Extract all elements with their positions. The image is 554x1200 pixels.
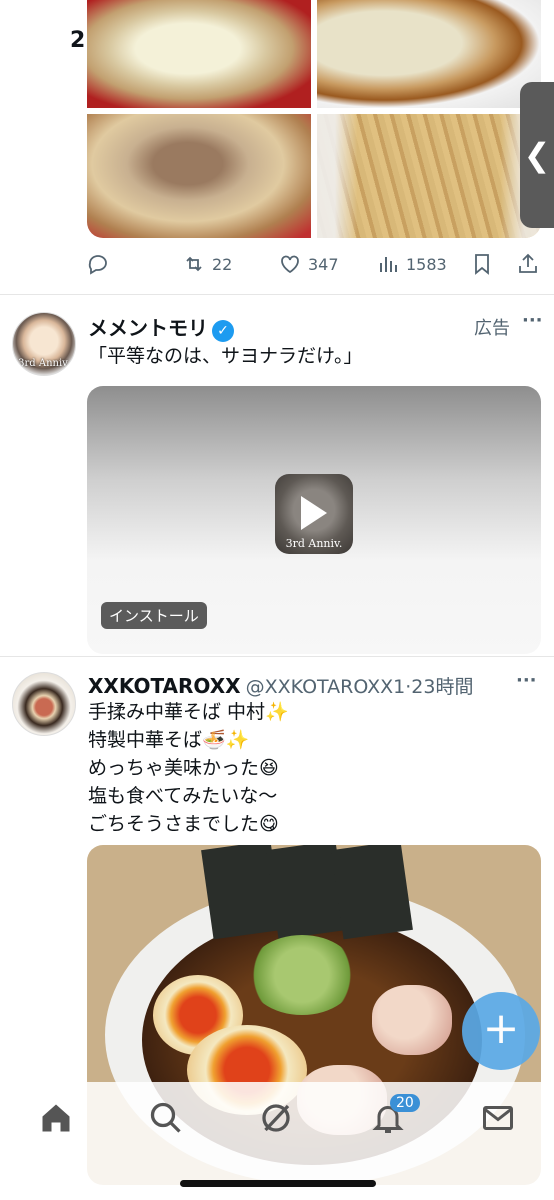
ad-video[interactable]: 3rd Anniv. インストール [87, 386, 541, 654]
tweet-header: XXKOTAROXX @XXKOTAROXX1·23時間 [88, 672, 473, 699]
bookmark-button[interactable] [470, 252, 494, 276]
wonton [372, 985, 452, 1055]
like-count: 347 [308, 254, 339, 274]
nori [331, 845, 413, 940]
retweet-button[interactable]: 22 [182, 252, 232, 276]
tweet-time[interactable]: 23時間 [411, 676, 473, 698]
compose-button[interactable]: + [462, 992, 540, 1070]
grok-icon[interactable] [258, 1100, 294, 1136]
tweet-line: ごちそうさまでした😋 [88, 813, 279, 835]
more-options-icon[interactable]: ··· [522, 310, 543, 331]
side-panel-handle[interactable]: ❮ [520, 82, 554, 228]
reply-button[interactable] [86, 252, 116, 276]
like-button[interactable]: 347 [278, 252, 339, 276]
avatar-caption: 3rd Anniv. [18, 358, 70, 369]
thumb-caption: 3rd Anniv. [285, 537, 343, 550]
views-button[interactable]: 1583 [376, 252, 447, 276]
tweet-image-2[interactable] [317, 0, 541, 108]
tweet-line: 塩も食べてみたいな〜 [88, 785, 278, 807]
search-icon[interactable] [148, 1100, 184, 1136]
home-indicator [180, 1180, 376, 1187]
notifications-badge: 20 [390, 1094, 420, 1112]
divider [0, 294, 554, 295]
retweet-icon [186, 256, 202, 272]
ad-label: 広告 [474, 318, 510, 339]
play-icon[interactable] [301, 496, 327, 530]
tweet-line: めっちゃ美味かった😆 [88, 757, 279, 779]
retweet-count: 22 [212, 254, 233, 274]
tweet-image-1[interactable] [87, 0, 311, 108]
views-count: 1583 [406, 254, 447, 274]
divider [0, 656, 554, 657]
tweet-image-4[interactable] [317, 114, 541, 238]
tweet-line: 手揉み中華そば 中村✨ [88, 701, 289, 723]
scallion [247, 935, 357, 1015]
reply-icon [88, 255, 107, 275]
author-name[interactable]: XXKOTAROXX [88, 674, 241, 698]
share-icon [519, 253, 537, 273]
ad-avatar[interactable]: 3rd Anniv. [12, 312, 76, 376]
tweet-image-3[interactable] [87, 114, 311, 238]
more-options-icon[interactable]: ··· [516, 670, 537, 691]
ad-author[interactable]: メメントモリ ✓ [88, 312, 234, 342]
bookmark-icon [475, 254, 489, 275]
install-button[interactable]: インストール [101, 602, 207, 629]
tweet-text: 手揉み中華そば 中村✨ 特製中華そば🍜✨ めっちゃ美味かった😆 塩も食べてみたい… [88, 698, 289, 838]
ad-app-thumbnail: 3rd Anniv. [275, 474, 353, 554]
ad-text: 「平等なのは、サヨナラだけ。」 [88, 345, 363, 367]
tweet-line: 特製中華そば🍜✨ [88, 729, 250, 751]
mail-icon[interactable] [480, 1100, 516, 1136]
home-icon[interactable] [38, 1100, 74, 1136]
views-icon [380, 257, 397, 272]
author-handle[interactable]: @XXKOTAROXX1 [246, 676, 406, 698]
author-avatar[interactable] [12, 672, 76, 736]
verified-icon: ✓ [212, 319, 234, 342]
heart-icon [281, 255, 299, 274]
ad-author-name: メメントモリ [88, 316, 208, 340]
share-button[interactable] [516, 252, 540, 276]
